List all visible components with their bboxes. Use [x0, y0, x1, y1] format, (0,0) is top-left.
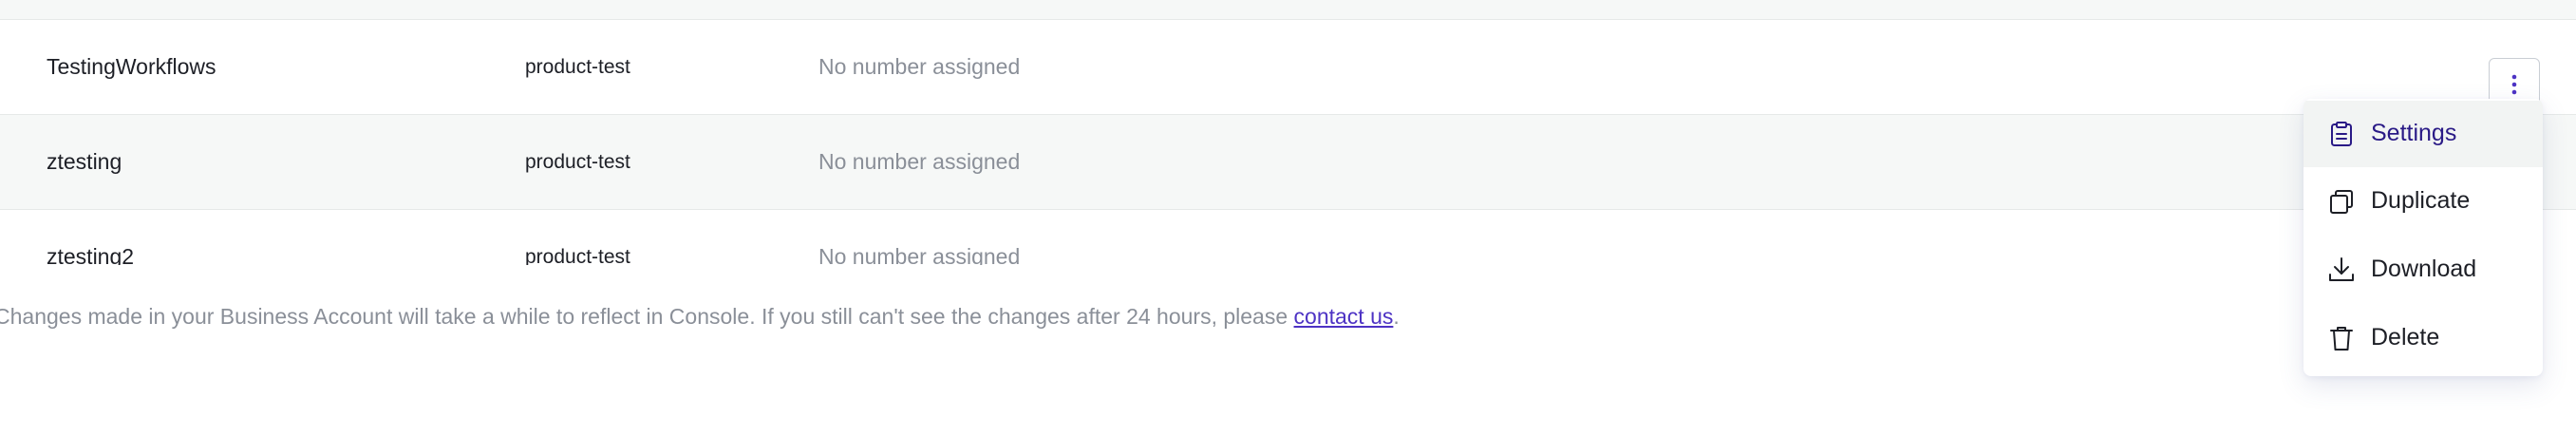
table-row[interactable]: TestingWorkflows product-test No number … — [0, 20, 2576, 115]
workflow-name: ztesting — [47, 149, 122, 174]
menu-item-label: Download — [2371, 256, 2477, 282]
workflow-number: No number assigned — [818, 54, 1021, 79]
download-icon — [2329, 257, 2354, 281]
menu-item-label: Duplicate — [2371, 187, 2471, 214]
menu-item-label: Settings — [2371, 120, 2457, 146]
menu-item-delete[interactable]: Delete — [2303, 305, 2543, 371]
table-row[interactable]: ztesting2 product-test No number assigne… — [0, 210, 2576, 265]
menu-item-download[interactable]: Download — [2303, 237, 2543, 303]
contact-us-link[interactable]: contact us — [1294, 304, 1394, 329]
row-actions-menu: Settings Duplicate Download Delete — [2303, 99, 2543, 376]
workflow-number: No number assigned — [818, 244, 1021, 265]
sync-notice-suffix: . — [1393, 304, 1400, 329]
more-vertical-icon — [2511, 74, 2517, 95]
clipboard-icon — [2331, 122, 2352, 146]
workflow-number: No number assigned — [818, 149, 1021, 174]
menu-item-duplicate[interactable]: Duplicate — [2303, 168, 2543, 235]
workflow-project: product-test — [525, 151, 630, 173]
workflow-name: ztesting2 — [47, 244, 135, 265]
workflow-project: product-test — [525, 56, 630, 78]
sync-notice-text: Changes made in your Business Account wi… — [0, 304, 1294, 329]
trash-icon — [2330, 327, 2353, 351]
menu-item-label: Delete — [2371, 324, 2440, 351]
workflow-name: TestingWorkflows — [47, 54, 216, 79]
table-header-strip — [0, 0, 2576, 20]
workflow-project: product-test — [525, 246, 630, 265]
menu-item-settings[interactable]: Settings — [2303, 101, 2543, 167]
workflows-page: TestingWorkflows product-test No number … — [0, 0, 2576, 436]
table-row[interactable]: ztesting product-test No number assigned — [0, 115, 2576, 210]
sync-notice: Changes made in your Business Account wi… — [0, 304, 1400, 330]
duplicate-icon — [2330, 190, 2353, 214]
